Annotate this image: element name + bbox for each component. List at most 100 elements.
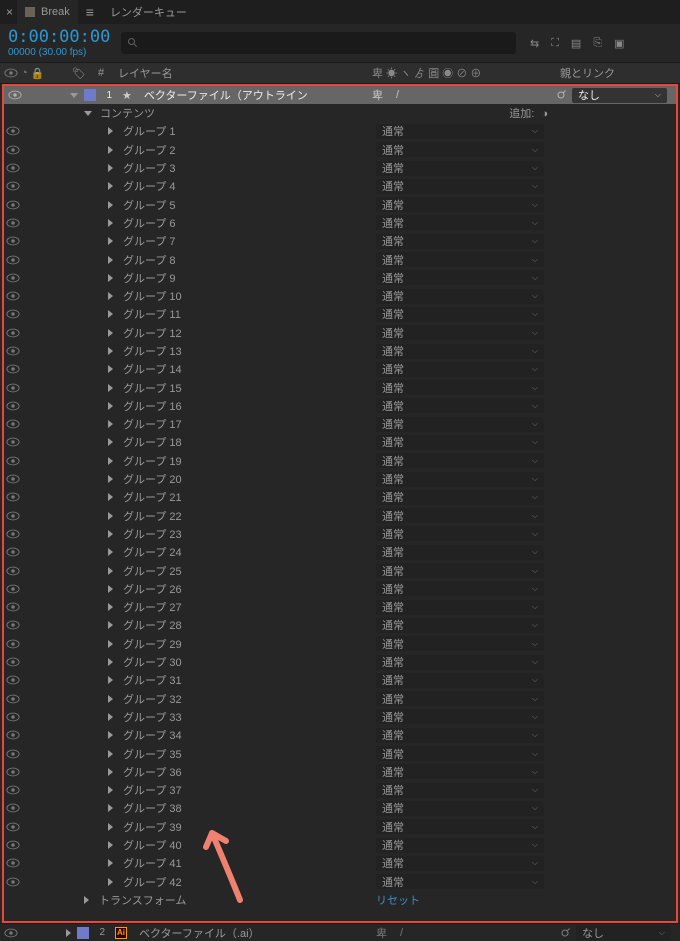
twirl-icon[interactable]: [108, 402, 113, 410]
twirl-icon[interactable]: [108, 786, 113, 794]
layer-row[interactable]: 1 ★ ベクターファイル（アウトライン 卑/ なし⌵: [4, 86, 676, 104]
eye-icon[interactable]: [6, 601, 20, 613]
twirl-icon[interactable]: [108, 768, 113, 776]
group-row[interactable]: グループ 8通常⌵: [4, 250, 676, 268]
twirl-icon[interactable]: [108, 310, 113, 318]
blend-mode-dropdown[interactable]: 通常⌵: [376, 142, 544, 157]
eye-icon[interactable]: [8, 89, 22, 101]
blend-mode-dropdown[interactable]: 通常⌵: [376, 691, 544, 706]
lock-header-icon[interactable]: 🔒: [31, 67, 45, 80]
group-row[interactable]: グループ 16通常⌵: [4, 397, 676, 415]
eye-icon[interactable]: [6, 363, 20, 375]
drafts-icon[interactable]: ⛶: [551, 37, 559, 50]
group-row[interactable]: グループ 9通常⌵: [4, 269, 676, 287]
twirl-icon[interactable]: [108, 182, 113, 190]
eye-icon[interactable]: [6, 308, 20, 320]
group-row[interactable]: グループ 10通常⌵: [4, 287, 676, 305]
pickwhip-icon[interactable]: [558, 926, 572, 940]
blend-mode-dropdown[interactable]: 通常⌵: [376, 636, 544, 651]
eye-icon[interactable]: [6, 473, 20, 485]
group-row[interactable]: グループ 20通常⌵: [4, 470, 676, 488]
blend-mode-dropdown[interactable]: 通常⌵: [376, 380, 544, 395]
blend-mode-dropdown[interactable]: 通常⌵: [376, 801, 544, 816]
audio-header-icon[interactable]: ◔: [21, 67, 28, 79]
layer-row[interactable]: 2 Ai ベクターファイル（.ai） 卑/ なし⌵: [0, 923, 680, 941]
eye-icon[interactable]: [6, 583, 20, 595]
twirl-icon[interactable]: [84, 896, 89, 904]
contents-row[interactable]: コンテンツ 追加: ◑: [4, 104, 676, 122]
eye-icon[interactable]: [6, 876, 20, 888]
blend-mode-dropdown[interactable]: 通常⌵: [376, 417, 544, 432]
blend-mode-dropdown[interactable]: 通常⌵: [376, 161, 544, 176]
group-row[interactable]: グループ 32通常⌵: [4, 690, 676, 708]
twirl-icon[interactable]: [108, 146, 113, 154]
twirl-icon[interactable]: [108, 420, 113, 428]
blend-mode-dropdown[interactable]: 通常⌵: [376, 124, 544, 139]
tab-render-queue[interactable]: レンダーキュー: [102, 0, 195, 24]
twirl-icon[interactable]: [108, 457, 113, 465]
group-row[interactable]: グループ 21通常⌵: [4, 488, 676, 506]
group-row[interactable]: グループ 17通常⌵: [4, 415, 676, 433]
eye-icon[interactable]: [6, 638, 20, 650]
eye-icon[interactable]: [6, 125, 20, 137]
group-row[interactable]: グループ 42通常⌵: [4, 872, 676, 890]
group-row[interactable]: グループ 35通常⌵: [4, 744, 676, 762]
group-row[interactable]: グループ 24通常⌵: [4, 543, 676, 561]
twirl-icon[interactable]: [108, 219, 113, 227]
blend-mode-dropdown[interactable]: 通常⌵: [376, 783, 544, 798]
blend-mode-dropdown[interactable]: 通常⌵: [376, 453, 544, 468]
eye-icon[interactable]: [4, 927, 18, 939]
eye-icon[interactable]: [6, 784, 20, 796]
group-row[interactable]: グループ 40通常⌵: [4, 836, 676, 854]
group-row[interactable]: グループ 29通常⌵: [4, 635, 676, 653]
flow-icon[interactable]: ⇆: [530, 37, 539, 50]
eye-icon[interactable]: [6, 254, 20, 266]
blend-mode-dropdown[interactable]: 通常⌵: [376, 746, 544, 761]
group-row[interactable]: グループ 22通常⌵: [4, 507, 676, 525]
blend-mode-dropdown[interactable]: 通常⌵: [376, 234, 544, 249]
group-row[interactable]: グループ 26通常⌵: [4, 580, 676, 598]
blend-mode-dropdown[interactable]: 通常⌵: [376, 270, 544, 285]
eye-icon[interactable]: [6, 290, 20, 302]
tab-break[interactable]: Break: [17, 0, 78, 24]
eye-icon[interactable]: [6, 748, 20, 760]
twirl-icon[interactable]: [108, 256, 113, 264]
transform-row[interactable]: トランスフォーム リセット: [4, 891, 676, 909]
eye-icon[interactable]: [6, 619, 20, 631]
eye-icon[interactable]: [6, 821, 20, 833]
timecode[interactable]: 0:00:00:00: [8, 29, 110, 46]
group-row[interactable]: グループ 28通常⌵: [4, 616, 676, 634]
eye-icon[interactable]: [6, 528, 20, 540]
eye-icon[interactable]: [6, 711, 20, 723]
blend-mode-dropdown[interactable]: 通常⌵: [376, 362, 544, 377]
twirl-icon[interactable]: [108, 804, 113, 812]
switches-header[interactable]: 卑 ☀ ヽ ゟ 圓 ◉ ⊘ ⊕: [372, 65, 552, 81]
twirl-icon[interactable]: [108, 713, 113, 721]
twirl-icon[interactable]: [108, 347, 113, 355]
twirl-icon[interactable]: [108, 274, 113, 282]
twirl-icon[interactable]: [108, 567, 113, 575]
group-row[interactable]: グループ 34通常⌵: [4, 726, 676, 744]
reset-link[interactable]: リセット: [376, 895, 420, 907]
twirl-icon[interactable]: [108, 329, 113, 337]
group-row[interactable]: グループ 15通常⌵: [4, 378, 676, 396]
twirl-icon[interactable]: [108, 237, 113, 245]
blend-mode-dropdown[interactable]: 通常⌵: [376, 179, 544, 194]
color-swatch[interactable]: [77, 927, 89, 939]
group-row[interactable]: グループ 37通常⌵: [4, 781, 676, 799]
eye-icon[interactable]: [6, 217, 20, 229]
eye-header-icon[interactable]: [4, 67, 18, 79]
blend-mode-dropdown[interactable]: 通常⌵: [376, 600, 544, 615]
eye-icon[interactable]: [6, 565, 20, 577]
render-icon[interactable]: ▣: [614, 37, 624, 50]
blend-mode-dropdown[interactable]: 通常⌵: [376, 289, 544, 304]
eye-icon[interactable]: [6, 345, 20, 357]
group-row[interactable]: グループ 39通常⌵: [4, 818, 676, 836]
tag-header-icon[interactable]: 🏷: [70, 67, 88, 80]
group-row[interactable]: グループ 13通常⌵: [4, 342, 676, 360]
group-row[interactable]: グループ 27通常⌵: [4, 598, 676, 616]
star-icon[interactable]: ★: [122, 89, 132, 102]
twirl-icon[interactable]: [108, 731, 113, 739]
twirl-icon[interactable]: [108, 201, 113, 209]
twirl-icon[interactable]: [108, 841, 113, 849]
